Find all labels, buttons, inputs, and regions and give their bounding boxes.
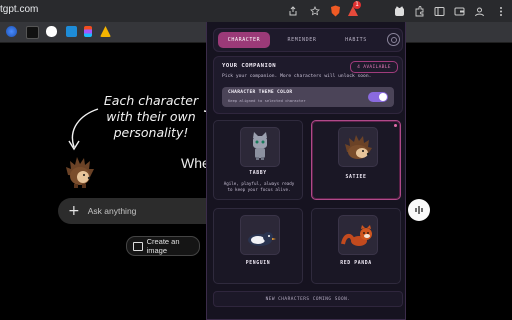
- character-card-red-panda[interactable]: RED PANDA: [311, 208, 401, 284]
- selected-indicator: [394, 124, 397, 127]
- address-bar-url[interactable]: tgpt.com: [0, 4, 38, 15]
- bookmark-cloud-icon[interactable]: [46, 26, 57, 37]
- image-icon: [133, 241, 143, 251]
- create-image-label: Create an image: [146, 237, 180, 255]
- character-name: RED PANDA: [340, 261, 372, 266]
- star-icon[interactable]: [308, 4, 322, 18]
- profile-icon[interactable]: [472, 4, 486, 18]
- bookmark-blue-icon[interactable]: [66, 26, 77, 37]
- extension-badge: 1: [353, 1, 361, 9]
- rewards-icon[interactable]: 1: [344, 1, 362, 18]
- tab-habits[interactable]: HABITS: [330, 32, 382, 48]
- available-badge: 4 AVAILABLE: [350, 61, 398, 73]
- theme-color-title: CHARACTER THEME COLOR: [228, 90, 293, 95]
- theme-color-subtitle: Keep aligned to selected character: [228, 98, 306, 103]
- companion-title: YOUR COMPANION: [222, 63, 277, 69]
- companion-description: Pick your companion. More characters wil…: [222, 74, 372, 79]
- create-image-button[interactable]: Create an image: [126, 236, 200, 256]
- theme-color-setting: CHARACTER THEME COLOR Keep aligned to se…: [222, 87, 394, 107]
- brave-shield-icon[interactable]: [328, 4, 342, 18]
- popup-tabs: CHARACTER REMINDER HABITS: [213, 28, 403, 52]
- character-image: [240, 215, 280, 255]
- character-name: SATIEE: [345, 175, 367, 180]
- tab-character[interactable]: CHARACTER: [218, 32, 270, 48]
- companion-extension-icon[interactable]: [392, 4, 406, 18]
- wallet-icon[interactable]: [452, 4, 466, 18]
- character-card-tabby[interactable]: TABBY Agile, playful, always ready to ke…: [213, 120, 303, 200]
- character-image: [338, 215, 378, 255]
- sidebar-icon[interactable]: [432, 4, 446, 18]
- bookmark-figma-icon[interactable]: [84, 26, 92, 37]
- ask-input[interactable]: + Ask anything: [58, 198, 208, 224]
- coming-soon-notice: NEW CHARACTERS COMING SOON.: [213, 291, 403, 307]
- red-panda-character-icon: [341, 225, 372, 246]
- settings-icon[interactable]: [387, 33, 400, 46]
- bookmark-globe-icon[interactable]: [6, 26, 17, 37]
- bookmark-up-icon[interactable]: [26, 26, 39, 39]
- hedgehog-character-icon: [345, 135, 372, 159]
- tab-reminder[interactable]: REMINDER: [276, 32, 328, 48]
- companion-popup: CHARACTER REMINDER HABITS YOUR COMPANION…: [206, 22, 406, 320]
- share-icon[interactable]: [286, 4, 300, 18]
- character-name: TABBY: [249, 171, 267, 176]
- voice-mode-button[interactable]: [408, 199, 430, 221]
- cat-character-icon: [253, 132, 267, 160]
- puzzle-extensions-icon[interactable]: [412, 4, 426, 18]
- browser-toolbar: tgpt.com 1: [0, 0, 512, 22]
- menu-icon[interactable]: [494, 4, 508, 18]
- penguin-character-icon: [248, 232, 276, 246]
- character-card-penguin[interactable]: PENGUIN: [213, 208, 303, 284]
- hedgehog-mascot-icon: [66, 157, 94, 188]
- character-description: Agile, playful, always ready to keep you…: [223, 181, 295, 192]
- character-image: [338, 127, 378, 167]
- character-image: [240, 127, 280, 167]
- character-name: PENGUIN: [245, 261, 271, 266]
- companion-section: YOUR COMPANION 4 AVAILABLE Pick your com…: [213, 56, 403, 114]
- ask-placeholder: Ask anything: [87, 206, 137, 216]
- theme-color-toggle[interactable]: [368, 92, 388, 102]
- character-card-satiee[interactable]: SATIEE: [311, 120, 401, 200]
- waveform-icon: [415, 206, 423, 214]
- bookmark-flame-icon[interactable]: [100, 26, 111, 37]
- attach-plus-icon[interactable]: +: [68, 203, 80, 219]
